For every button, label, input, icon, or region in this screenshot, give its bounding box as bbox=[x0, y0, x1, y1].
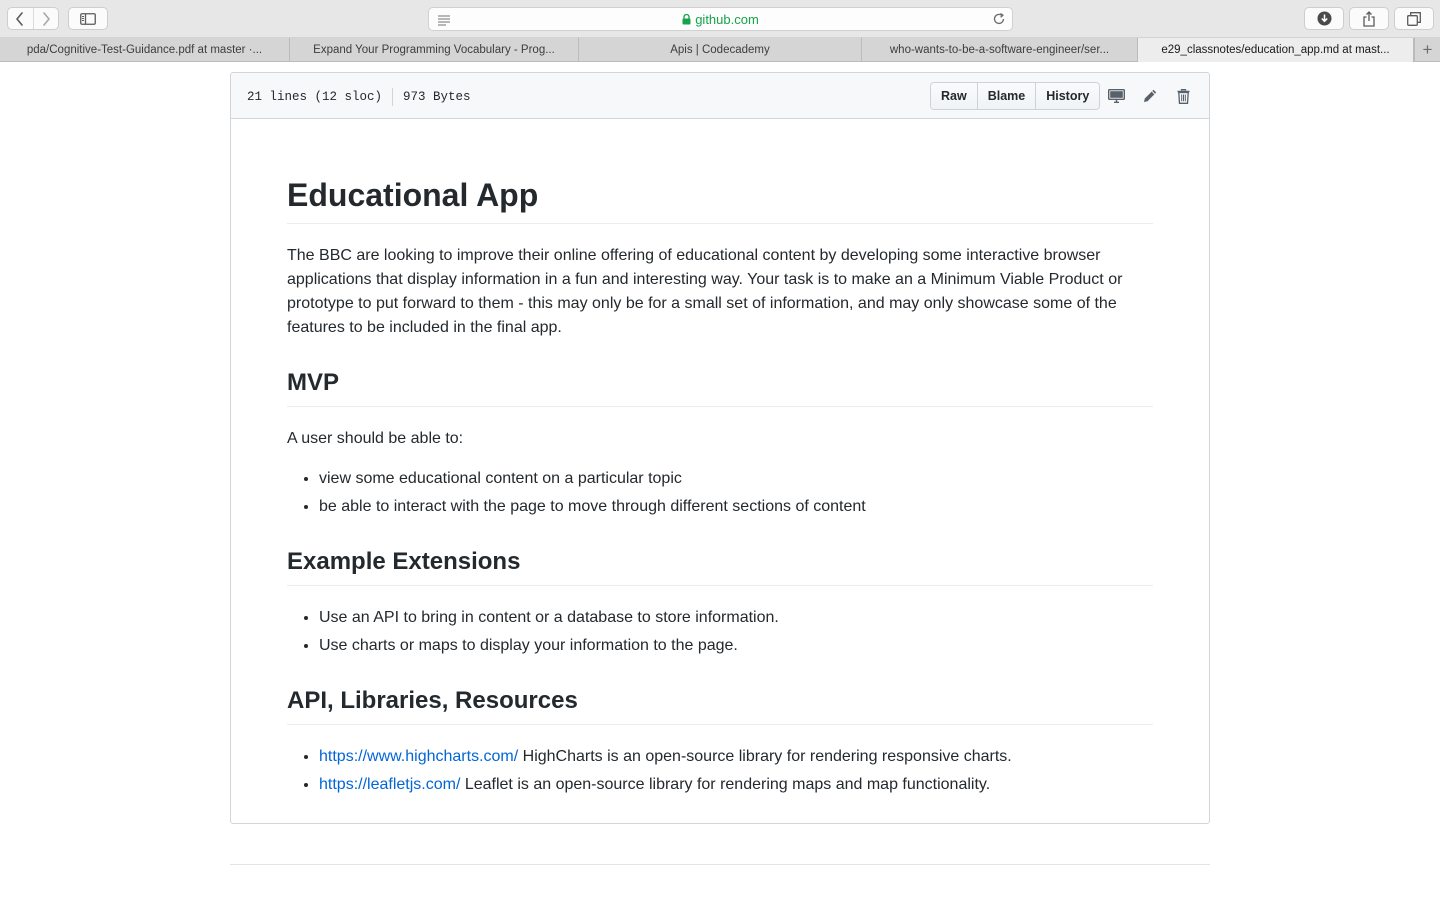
url-text: github.com bbox=[695, 12, 759, 27]
blame-button[interactable]: Blame bbox=[976, 83, 1036, 109]
list-item: Use an API to bring in content or a data… bbox=[319, 606, 1153, 630]
browser-toolbar: github.com bbox=[0, 0, 1440, 38]
list-item: be able to interact with the page to mov… bbox=[319, 495, 1153, 519]
highcharts-link[interactable]: https://www.highcharts.com/ bbox=[319, 748, 518, 765]
mvp-lead: A user should be able to: bbox=[287, 430, 464, 447]
pencil-icon[interactable] bbox=[1140, 86, 1160, 106]
tab-1[interactable]: pda/Cognitive-Test-Guidance.pdf at maste… bbox=[0, 38, 290, 62]
tab-5-active[interactable]: e29_classnotes/education_app.md at mast.… bbox=[1138, 38, 1414, 62]
share-icon[interactable] bbox=[1349, 7, 1389, 30]
url-display[interactable]: github.com bbox=[429, 12, 1012, 28]
resource-description: HighCharts is an open-source library for… bbox=[518, 748, 1012, 765]
tab-3[interactable]: Apis | Codecademy bbox=[579, 38, 862, 62]
tab-4[interactable]: who-wants-to-be-a-software-engineer/ser.… bbox=[862, 38, 1138, 62]
file-box: 21 lines (12 sloc) 973 Bytes Raw Blame H… bbox=[230, 72, 1210, 824]
tab-label: pda/Cognitive-Test-Guidance.pdf at maste… bbox=[26, 44, 263, 56]
resources-list: https://www.highcharts.com/ HighCharts i… bbox=[287, 745, 1153, 797]
trash-icon[interactable] bbox=[1173, 86, 1193, 106]
extensions-list: Use an API to bring in content or a data… bbox=[287, 606, 1153, 658]
chevron-left-icon[interactable] bbox=[8, 8, 33, 29]
tab-label: who-wants-to-be-a-software-engineer/ser.… bbox=[889, 44, 1110, 56]
sidebar-icon[interactable] bbox=[68, 7, 108, 30]
tab-2[interactable]: Expand Your Programming Vocabulary - Pro… bbox=[290, 38, 579, 62]
chevron-right-icon[interactable] bbox=[32, 8, 58, 29]
resource-description: Leaflet is an open-source library for re… bbox=[460, 776, 991, 793]
tab-bar: pda/Cognitive-Test-Guidance.pdf at maste… bbox=[0, 38, 1440, 62]
reload-icon[interactable] bbox=[992, 12, 1006, 31]
intro-paragraph: The BBC are looking to improve their onl… bbox=[287, 247, 1123, 336]
list-item: Use charts or maps to display your infor… bbox=[319, 634, 1153, 658]
address-bar[interactable]: github.com bbox=[428, 7, 1013, 31]
tab-label: Apis | Codecademy bbox=[670, 44, 770, 56]
raw-button[interactable]: Raw bbox=[931, 83, 977, 109]
file-info: 21 lines (12 sloc) 973 Bytes bbox=[247, 88, 471, 106]
tab-overview-icon[interactable] bbox=[1394, 7, 1434, 30]
download-icon[interactable] bbox=[1304, 7, 1344, 30]
navigation-buttons bbox=[7, 7, 59, 30]
markdown-body: Educational App The BBC are looking to i… bbox=[287, 175, 1153, 813]
file-size: 973 Bytes bbox=[403, 90, 471, 104]
desktop-icon[interactable] bbox=[1106, 86, 1126, 106]
footer-divider bbox=[230, 864, 1210, 865]
divider bbox=[392, 88, 394, 106]
file-header: 21 lines (12 sloc) 973 Bytes Raw Blame H… bbox=[231, 73, 1209, 119]
file-actions: Raw Blame History bbox=[930, 82, 1101, 110]
resources-heading: API, Libraries, Resources bbox=[287, 686, 1153, 725]
list-item: view some educational content on a parti… bbox=[319, 467, 1153, 491]
list-item: https://www.highcharts.com/ HighCharts i… bbox=[319, 745, 1153, 769]
leaflet-link[interactable]: https://leafletjs.com/ bbox=[319, 776, 460, 793]
tab-label: Expand Your Programming Vocabulary - Pro… bbox=[313, 44, 555, 56]
history-button[interactable]: History bbox=[1035, 83, 1100, 109]
mvp-heading: MVP bbox=[287, 368, 1153, 407]
list-item: https://leafletjs.com/ Leaflet is an ope… bbox=[319, 773, 1153, 797]
line-count: 21 lines (12 sloc) bbox=[247, 90, 383, 104]
doc-title: Educational App bbox=[287, 175, 1153, 224]
mvp-list: view some educational content on a parti… bbox=[287, 467, 1153, 519]
plus-icon[interactable]: + bbox=[1414, 38, 1440, 61]
lock-icon bbox=[682, 13, 691, 28]
tab-label: e29_classnotes/education_app.md at mast.… bbox=[1161, 44, 1390, 56]
extensions-heading: Example Extensions bbox=[287, 547, 1153, 586]
